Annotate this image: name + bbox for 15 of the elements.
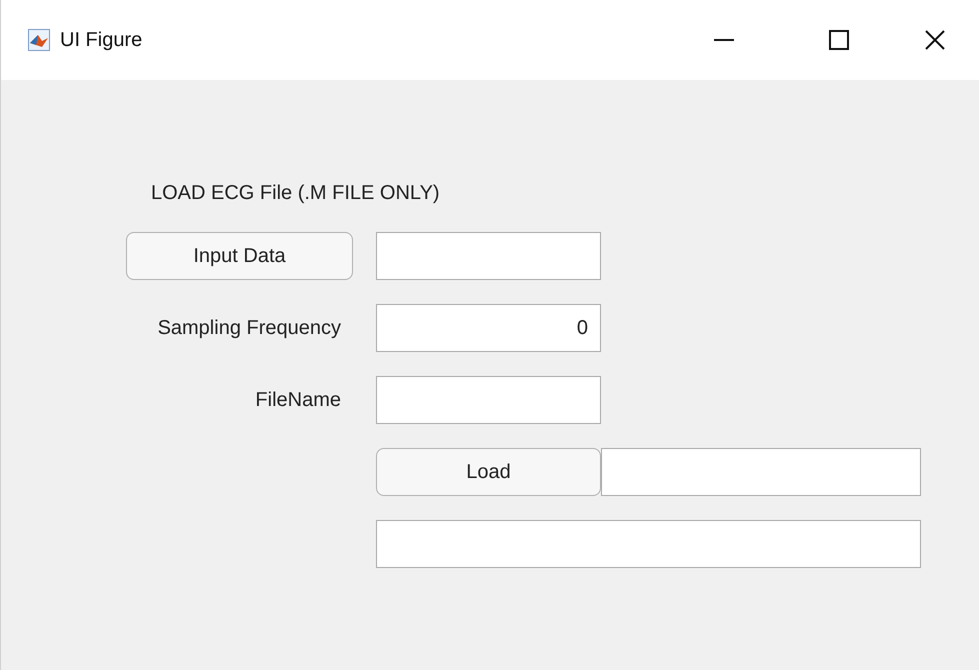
maximize-icon xyxy=(829,30,849,50)
text-field[interactable]: 0 xyxy=(376,304,601,352)
text-field[interactable] xyxy=(376,376,601,424)
field-label: Sampling Frequency xyxy=(158,316,341,341)
window-title: UI Figure xyxy=(60,28,142,53)
section-heading: LOAD ECG File (.M FILE ONLY) xyxy=(151,181,440,206)
minimize-icon xyxy=(714,39,734,41)
load-button[interactable]: Load xyxy=(376,448,601,496)
close-icon xyxy=(925,30,945,50)
input-data-button[interactable]: Input Data xyxy=(126,232,353,280)
text-field[interactable] xyxy=(601,448,921,496)
text-field[interactable] xyxy=(376,232,601,280)
app-icon xyxy=(28,29,50,51)
text-field[interactable] xyxy=(376,520,921,568)
field-label: FileName xyxy=(255,388,341,413)
